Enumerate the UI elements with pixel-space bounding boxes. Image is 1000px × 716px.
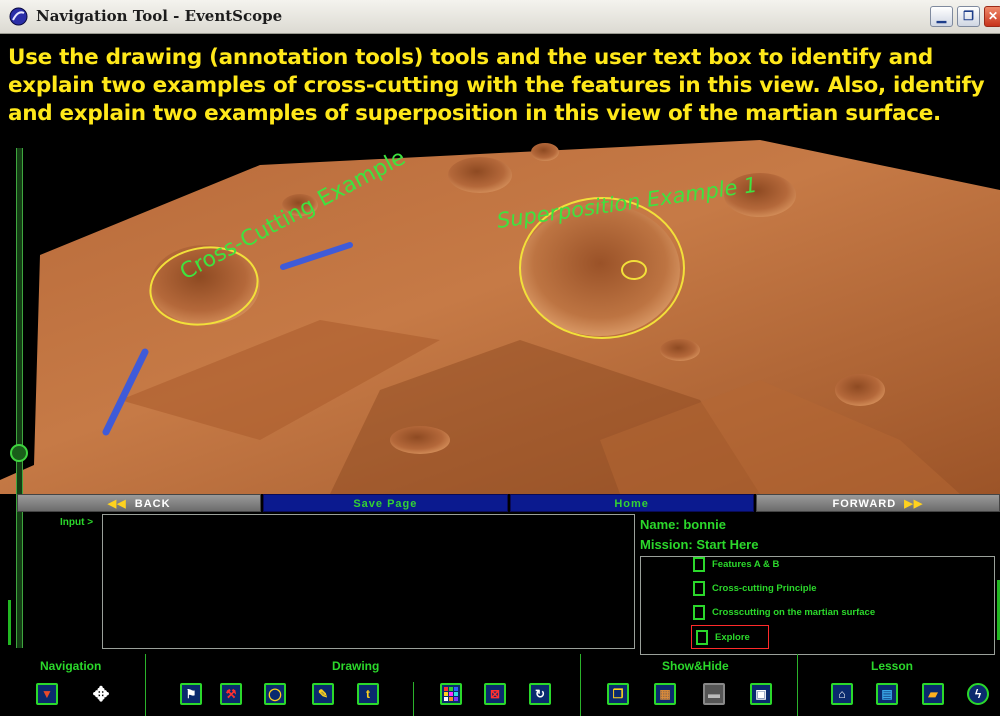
floppy-icon[interactable]: ▤ [876,683,898,705]
map-icon[interactable]: ▦ [654,683,676,705]
color-grid [444,687,458,701]
crater [390,426,450,454]
group-label-drawing: Drawing [332,659,380,673]
user-text-input[interactable] [102,514,635,649]
document-icon [693,557,705,572]
folder-icon[interactable]: ▰ [922,683,944,705]
group-label-navigation: Navigation [40,659,102,673]
restore-button[interactable]: ❐ [957,6,980,27]
crater [835,374,885,406]
move-arrows-icon[interactable]: ✥ [90,683,112,706]
lesson-item[interactable]: Cross-cutting Principle [693,577,817,599]
zoom-slider-handle[interactable] [10,444,28,462]
zoom-slider[interactable] [10,148,28,648]
down-arrow-icon[interactable]: ▼ [36,683,58,705]
input-label: Input > [60,517,94,528]
document-icon [693,604,705,620]
lasso-icon[interactable]: ◯ [264,683,286,705]
screen-icon[interactable]: ▬ [703,683,725,705]
crater [660,339,700,361]
delete-icon[interactable]: ⊠ [484,683,506,705]
color-palette-icon[interactable] [440,683,462,705]
group-label-show-hide: Show&Hide [662,659,729,673]
minimize-button[interactable]: ▁ [930,6,953,27]
app-logo-icon [9,7,28,26]
flag-icon[interactable]: ⚑ [180,683,202,705]
group-divider [797,654,798,716]
forward-arrow-icon: ▶▶ [904,498,924,510]
hammer-icon[interactable]: ⚒ [220,683,242,705]
crater [531,143,559,161]
panel-edge-marker [8,600,11,645]
lesson-tree: Features A & B Cross-cutting Principle C… [640,556,995,655]
home-button[interactable]: Home [509,494,754,512]
close-button[interactable]: ✕ [984,6,1000,27]
user-name: Name: bonnie [640,517,726,532]
terrain-viewport[interactable]: Cross-Cutting Example Superposition Exam… [0,140,1000,494]
mission-name: Mission: Start Here [640,537,759,552]
save-page-button[interactable]: Save Page [263,494,508,512]
document-icon [696,629,708,645]
tool-palette: Navigation Drawing Show&Hide Lesson ▼ ✥ … [0,654,1000,716]
layers-icon[interactable]: ❐ [607,683,629,705]
back-arrow-icon: ◀◀ [107,498,127,510]
title-bar: Navigation Tool - EventScope ▁ ❐ ✕ [0,0,1000,34]
window-title: Navigation Tool - EventScope [36,7,283,25]
page-navigation-bar: ◀◀ BACK Save Page Home FORWARD ▶▶ [17,494,1000,512]
crater [448,157,512,193]
lesson-item[interactable]: Crosscutting on the martian surface [693,601,875,623]
lesson-instructions: Use the drawing (annotation tools) tools… [8,45,985,126]
lesson-panel: Name: bonnie Mission: Start Here Feature… [640,514,1000,655]
home-icon[interactable]: ⌂ [831,683,853,705]
redo-icon[interactable]: ↻ [529,683,551,705]
save-disk-icon[interactable]: ▣ [750,683,772,705]
document-icon [693,580,705,596]
group-label-lesson: Lesson [871,659,914,673]
zoom-slider-track[interactable] [16,148,23,648]
pencil-icon[interactable]: ✎ [312,683,334,705]
group-divider [145,654,146,716]
lesson-item-selected[interactable]: Explore [691,625,769,649]
lightning-icon[interactable]: ϟ [967,683,989,705]
lesson-item[interactable]: Features A & B [693,557,779,575]
back-button[interactable]: ◀◀ BACK [17,494,262,512]
text-tool-icon[interactable]: t [357,683,379,705]
group-divider [580,654,581,716]
group-divider [413,682,414,716]
forward-button[interactable]: FORWARD ▶▶ [755,494,1000,512]
